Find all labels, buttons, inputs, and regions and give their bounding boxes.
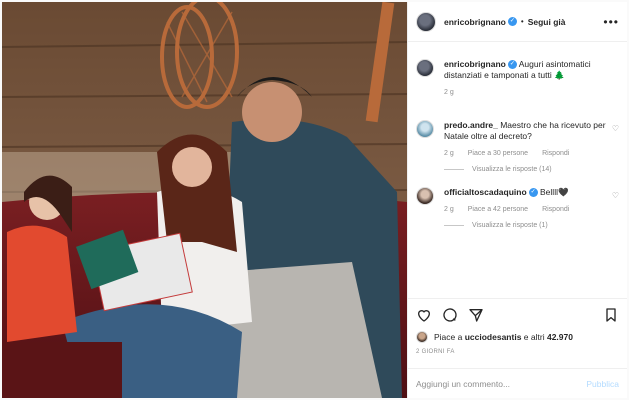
publish-button[interactable]: Pubblica [586, 379, 619, 389]
comment-icon[interactable] [442, 307, 458, 323]
comment-body: officialtoscadaquino ✓ Bellll🖤 2 g Piace … [444, 187, 606, 215]
view-replies-label[interactable]: Visualizza le risposte (1) [472, 222, 548, 229]
bookmark-icon[interactable] [603, 307, 619, 323]
following-button[interactable]: Segui già [528, 17, 566, 27]
comment-body: predo.andre_ Maestro che ha ricevuto per… [444, 120, 606, 159]
more-options-icon[interactable]: ••• [603, 15, 619, 29]
caption-username[interactable]: enricobrignano [444, 59, 506, 69]
post-date: 2 GIORNI FA [416, 349, 455, 355]
commenter-avatar[interactable] [416, 187, 434, 205]
liker-avatar [416, 331, 428, 343]
post-side-panel: enricobrignano ✓ • Segui già ••• enricob… [407, 2, 627, 398]
likes-summary[interactable]: Piace a ucciodesantis e altri 42.970 [416, 331, 619, 343]
comment-like-heart-icon[interactable]: ♡ [612, 124, 619, 159]
comment-time: 2 g [444, 150, 454, 157]
caption: enricobrignano ✓ Auguri asintomatici dist… [416, 59, 619, 98]
instagram-post-window: enricobrignano ✓ • Segui già ••• enricob… [0, 0, 629, 400]
replies-divider [444, 225, 464, 226]
post-actions: Piace a ucciodesantis e altri 42.970 2 G… [408, 298, 627, 355]
likes-prefix: Piace a [434, 332, 463, 342]
action-icons [416, 305, 619, 325]
like-icon[interactable] [416, 307, 432, 323]
share-icon[interactable] [468, 307, 484, 323]
comment-meta: 2 g Piace a 42 persone Rispondi [444, 204, 606, 215]
commenter-avatar[interactable] [416, 120, 434, 138]
view-replies[interactable]: Visualizza le risposte (1) [444, 222, 619, 229]
author-avatar[interactable] [416, 11, 436, 32]
caption-body: enricobrignano ✓ Auguri asintomatici dist… [444, 59, 619, 98]
comment-item: officialtoscadaquino ✓ Bellll🖤 2 g Piace … [416, 187, 619, 215]
view-replies[interactable]: Visualizza le risposte (14) [444, 166, 619, 173]
comment-likes-count[interactable]: Piace a 30 persone [468, 148, 528, 159]
likes-count[interactable]: 42.970 [547, 332, 573, 342]
likes-suffix: e altri [523, 332, 545, 342]
caption-time: 2 g [444, 89, 454, 96]
add-comment-bar: Aggiungi un commento... Pubblica [408, 368, 627, 398]
comment-username[interactable]: predo.andre_ [444, 120, 498, 130]
comment-username[interactable]: officialtoscadaquino [444, 187, 527, 197]
post-header: enricobrignano ✓ • Segui già ••• [408, 2, 627, 42]
comment-meta: 2 g Piace a 30 persone Rispondi [444, 148, 606, 159]
comment-likes-count[interactable]: Piace a 42 persone [468, 204, 528, 215]
view-replies-label[interactable]: Visualizza le risposte (14) [472, 166, 552, 173]
replies-divider [444, 169, 464, 170]
reply-button[interactable]: Rispondi [542, 204, 569, 215]
post-photo-image [2, 2, 407, 398]
verified-badge-icon: ✓ [528, 188, 538, 198]
post-photo[interactable] [2, 2, 407, 398]
verified-badge-icon: ✓ [507, 60, 517, 70]
verified-badge-icon: ✓ [507, 17, 517, 26]
header-separator: • [520, 17, 524, 26]
reply-button[interactable]: Rispondi [542, 148, 569, 159]
add-comment-input[interactable]: Aggiungi un commento... [416, 379, 510, 389]
comment-like-heart-icon[interactable]: ♡ [612, 191, 619, 215]
caption-meta: 2 g [444, 87, 619, 98]
comments-section[interactable]: enricobrignano ✓ Auguri asintomatici dist… [408, 43, 627, 298]
comment-item: predo.andre_ Maestro che ha ricevuto per… [416, 120, 619, 159]
likes-user[interactable]: ucciodesantis [465, 332, 522, 342]
caption-avatar[interactable] [416, 59, 434, 77]
author-username[interactable]: enricobrignano [444, 17, 506, 27]
comment-text: Bellll🖤 [537, 187, 569, 197]
comment-time: 2 g [444, 206, 454, 213]
